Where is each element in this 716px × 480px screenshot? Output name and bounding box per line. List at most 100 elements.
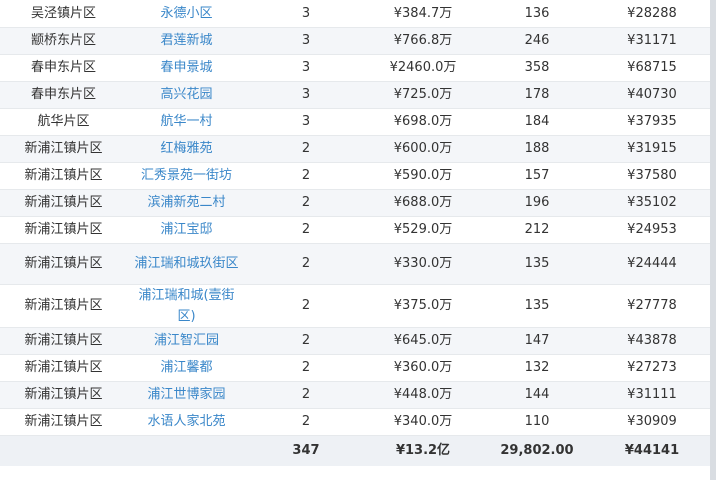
area-cell: 196: [480, 189, 594, 217]
district-cell: 新浦江镇片区: [0, 135, 127, 163]
community-link[interactable]: 高兴花园: [127, 81, 246, 109]
area-cell: 135: [480, 284, 594, 328]
total-unit-price: ¥44141: [594, 434, 710, 466]
count-cell: 2: [246, 381, 366, 409]
count-cell: 2: [246, 243, 366, 285]
community-link[interactable]: 浦江世博家园: [127, 381, 246, 409]
unit-price-cell: ¥31111: [594, 381, 710, 409]
district-cell: 新浦江镇片区: [0, 243, 127, 285]
unit-price-cell: ¥24444: [594, 243, 710, 285]
price-cell: ¥2460.0万: [366, 54, 480, 82]
unit-price-cell: ¥28288: [594, 0, 710, 28]
total-count: 347: [246, 434, 366, 466]
price-cell: ¥360.0万: [366, 354, 480, 382]
community-link[interactable]: 红梅雅苑: [127, 135, 246, 163]
area-cell: 212: [480, 216, 594, 244]
count-cell: 2: [246, 354, 366, 382]
price-cell: ¥688.0万: [366, 189, 480, 217]
listing-table-view: 吴泾镇片区 永德小区 3 ¥384.7万 136 ¥28288 颛桥东片区 君莲…: [0, 0, 716, 480]
district-cell: 航华片区: [0, 108, 127, 136]
total-community-cell: [127, 434, 246, 466]
community-link[interactable]: 航华一村: [127, 108, 246, 136]
count-cell: 2: [246, 284, 366, 328]
area-cell: 132: [480, 354, 594, 382]
count-cell: 2: [246, 408, 366, 436]
area-cell: 147: [480, 327, 594, 355]
unit-price-cell: ¥27778: [594, 284, 710, 328]
price-cell: ¥448.0万: [366, 381, 480, 409]
district-cell: 新浦江镇片区: [0, 162, 127, 190]
total-price: ¥13.2亿: [366, 434, 480, 466]
price-cell: ¥600.0万: [366, 135, 480, 163]
vertical-scrollbar[interactable]: [710, 0, 716, 480]
community-link[interactable]: 浦江瑞和城玖街区: [127, 243, 246, 285]
total-district-cell: [0, 434, 127, 466]
price-cell: ¥766.8万: [366, 27, 480, 55]
unit-price-cell: ¥24953: [594, 216, 710, 244]
unit-price-cell: ¥43878: [594, 327, 710, 355]
unit-price-cell: ¥31171: [594, 27, 710, 55]
area-cell: 144: [480, 381, 594, 409]
community-link[interactable]: 滨浦新苑二村: [127, 189, 246, 217]
unit-price-cell: ¥27273: [594, 354, 710, 382]
table-row: 新浦江镇片区 浦江世博家园 2 ¥448.0万 144 ¥31111: [0, 381, 710, 409]
area-cell: 358: [480, 54, 594, 82]
community-link[interactable]: 汇秀景苑一街坊: [127, 162, 246, 190]
price-cell: ¥590.0万: [366, 162, 480, 190]
count-cell: 3: [246, 81, 366, 109]
table-row: 颛桥东片区 君莲新城 3 ¥766.8万 246 ¥31171: [0, 27, 710, 55]
district-cell: 新浦江镇片区: [0, 327, 127, 355]
table-row: 春申东片区 春申景城 3 ¥2460.0万 358 ¥68715: [0, 54, 710, 82]
table-row: 新浦江镇片区 浦江智汇园 2 ¥645.0万 147 ¥43878: [0, 327, 710, 355]
count-cell: 3: [246, 27, 366, 55]
area-cell: 135: [480, 243, 594, 285]
count-cell: 2: [246, 216, 366, 244]
price-cell: ¥725.0万: [366, 81, 480, 109]
area-cell: 157: [480, 162, 594, 190]
district-cell: 新浦江镇片区: [0, 284, 127, 328]
count-cell: 3: [246, 54, 366, 82]
table-row: 新浦江镇片区 浦江瑞和城玖街区 2 ¥330.0万 135 ¥24444: [0, 243, 710, 285]
table-row: 新浦江镇片区 红梅雅苑 2 ¥600.0万 188 ¥31915: [0, 135, 710, 163]
count-cell: 2: [246, 189, 366, 217]
district-cell: 新浦江镇片区: [0, 408, 127, 436]
unit-price-cell: ¥37580: [594, 162, 710, 190]
area-cell: 178: [480, 81, 594, 109]
community-link[interactable]: 浦江智汇园: [127, 327, 246, 355]
table-row: 航华片区 航华一村 3 ¥698.0万 184 ¥37935: [0, 108, 710, 136]
count-cell: 3: [246, 108, 366, 136]
price-cell: ¥698.0万: [366, 108, 480, 136]
unit-price-cell: ¥40730: [594, 81, 710, 109]
table-row: 春申东片区 高兴花园 3 ¥725.0万 178 ¥40730: [0, 81, 710, 109]
community-link[interactable]: 浦江馨都: [127, 354, 246, 382]
community-link[interactable]: 春申景城: [127, 54, 246, 82]
area-cell: 246: [480, 27, 594, 55]
area-cell: 188: [480, 135, 594, 163]
district-cell: 春申东片区: [0, 54, 127, 82]
table-row: 新浦江镇片区 汇秀景苑一街坊 2 ¥590.0万 157 ¥37580: [0, 162, 710, 190]
unit-price-cell: ¥68715: [594, 54, 710, 82]
count-cell: 2: [246, 135, 366, 163]
community-link[interactable]: 浦江宝邸: [127, 216, 246, 244]
district-cell: 新浦江镇片区: [0, 381, 127, 409]
count-cell: 3: [246, 0, 366, 28]
price-cell: ¥330.0万: [366, 243, 480, 285]
area-cell: 110: [480, 408, 594, 436]
district-cell: 新浦江镇片区: [0, 354, 127, 382]
table-row: 新浦江镇片区 滨浦新苑二村 2 ¥688.0万 196 ¥35102: [0, 189, 710, 217]
community-link[interactable]: 永德小区: [127, 0, 246, 28]
district-cell: 新浦江镇片区: [0, 189, 127, 217]
community-link[interactable]: 浦江瑞和城(壹街区): [127, 284, 246, 328]
table-row: 新浦江镇片区 浦江馨都 2 ¥360.0万 132 ¥27273: [0, 354, 710, 382]
table-row: 吴泾镇片区 永德小区 3 ¥384.7万 136 ¥28288: [0, 0, 710, 28]
community-link[interactable]: 水语人家北苑: [127, 408, 246, 436]
district-cell: 颛桥东片区: [0, 27, 127, 55]
community-link[interactable]: 君莲新城: [127, 27, 246, 55]
unit-price-cell: ¥35102: [594, 189, 710, 217]
price-cell: ¥384.7万: [366, 0, 480, 28]
table-row: 新浦江镇片区 水语人家北苑 2 ¥340.0万 110 ¥30909: [0, 408, 710, 436]
count-cell: 2: [246, 162, 366, 190]
unit-price-cell: ¥31915: [594, 135, 710, 163]
totals-row: 347 ¥13.2亿 29,802.00 ¥44141: [0, 434, 710, 466]
district-cell: 新浦江镇片区: [0, 216, 127, 244]
